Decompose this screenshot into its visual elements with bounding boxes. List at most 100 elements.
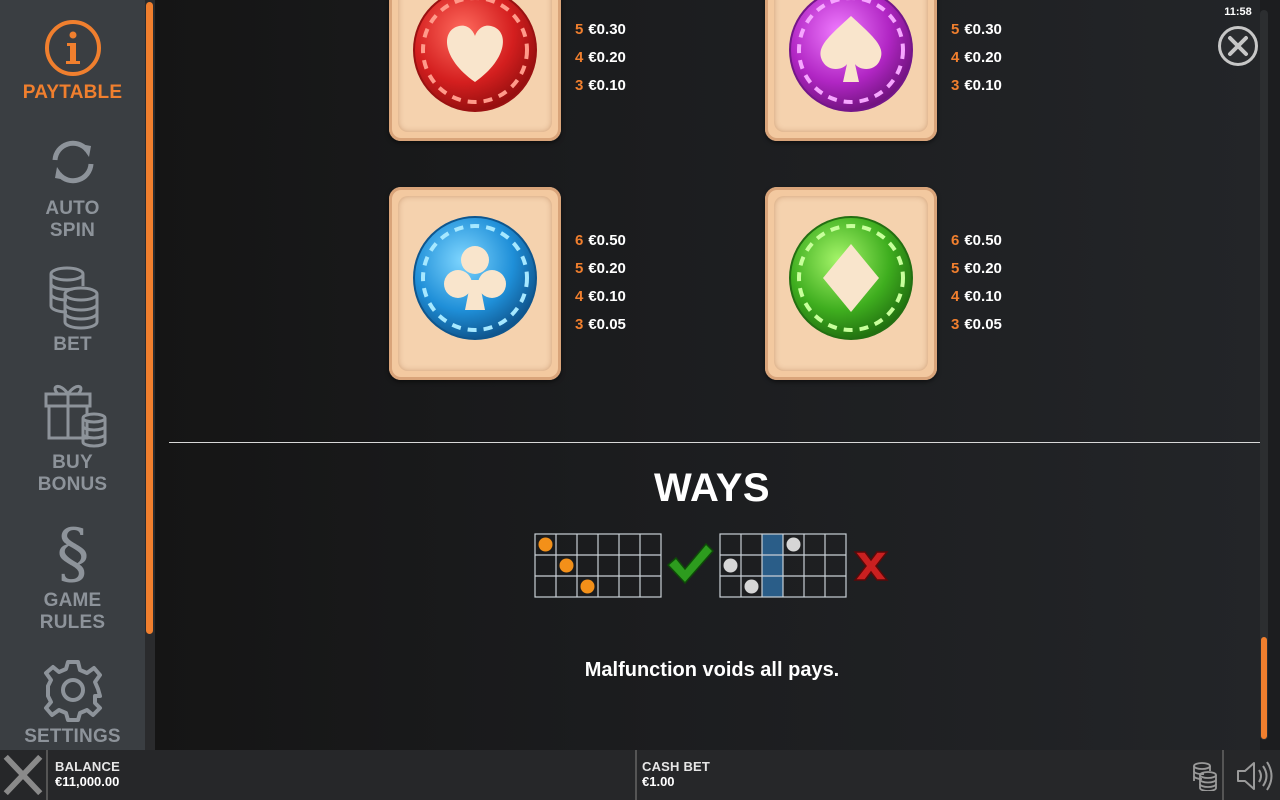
separator: [1222, 750, 1224, 800]
close-paytable-button[interactable]: [1217, 25, 1259, 67]
pay-row: 5 €0.20: [951, 255, 1002, 283]
pay-row: 3 €0.05: [575, 311, 626, 339]
pay-count: 3: [575, 77, 584, 94]
pay-amount: €0.05: [964, 316, 1002, 333]
sidebar-item-game-rules[interactable]: § GAME RULES: [0, 516, 145, 634]
pay-row: 5 €0.30: [575, 16, 626, 44]
ways-title: WAYS: [653, 466, 771, 510]
ways-invalid-grid: [719, 533, 847, 598]
paytable-panel: [155, 0, 1260, 750]
pay-amount: €0.30: [964, 21, 1002, 38]
pay-amount: €0.20: [588, 49, 626, 66]
content-scrollbar-thumb[interactable]: [1261, 637, 1267, 739]
ways-valid-grid: [534, 533, 662, 598]
pay-row: 5 €0.20: [575, 255, 626, 283]
pay-row: 5 €0.30: [951, 16, 1002, 44]
sidebar-item-label: SETTINGS: [24, 726, 121, 747]
content-scrollbar-track[interactable]: [1260, 10, 1268, 740]
sidebar-item-label: PAYTABLE: [22, 82, 123, 103]
sidebar-scrollbar-thumb[interactable]: [146, 2, 153, 634]
pay-amount: €0.10: [964, 77, 1002, 94]
pay-count: 4: [575, 288, 584, 305]
sidebar-item-label-line1: AUTO: [45, 198, 100, 219]
pay-count: 6: [575, 232, 584, 249]
symbol-card-diamond: [765, 187, 937, 380]
pay-amount: €0.05: [588, 316, 626, 333]
separator: [635, 750, 637, 800]
sidebar-item-paytable[interactable]: PAYTABLE: [0, 18, 145, 104]
exit-game-button[interactable]: [0, 750, 48, 800]
pay-row: 4 €0.10: [951, 283, 1002, 311]
coin-stack-icon: [49, 266, 98, 330]
pay-count: 3: [575, 316, 584, 333]
svg-text:§: §: [56, 516, 89, 586]
sidebar-item-label-line2: BONUS: [37, 474, 108, 495]
refresh-icon: [52, 140, 93, 184]
sidebar-item-bet[interactable]: BET: [0, 264, 145, 356]
pay-count: 5: [575, 21, 584, 38]
malfunction-disclaimer: Malfunction voids all pays.: [584, 659, 840, 681]
balance-display: BALANCE €11,000.00: [55, 759, 120, 789]
sidebar-menu: PAYTABLE AUTO SPIN BET BUY BONUS § GAME …: [0, 0, 145, 750]
pay-amount: €0.20: [964, 260, 1002, 277]
pay-count: 4: [951, 288, 960, 305]
pay-count: 5: [951, 21, 960, 38]
diamond-chip-icon: [789, 216, 913, 340]
paytable-heart: 5 €0.30 4 €0.20 3 €0.10: [575, 16, 626, 100]
sidebar-item-label-line1: GAME: [43, 590, 102, 611]
pay-amount: €0.50: [964, 232, 1002, 249]
pay-amount: €0.20: [964, 49, 1002, 66]
bottom-bar: BALANCE €11,000.00 CASH BET €1.00: [0, 750, 1280, 800]
game-screen: PAYTABLE AUTO SPIN BET BUY BONUS § GAME …: [0, 0, 1280, 800]
paytable-diamond: 6 €0.50 5 €0.20 4 €0.10 3 €0.05: [951, 227, 1002, 339]
heart-chip-icon: [413, 0, 537, 112]
checkmark-icon: [666, 542, 714, 585]
coins-icon[interactable]: [1191, 761, 1217, 791]
pay-row: 4 €0.20: [575, 44, 626, 72]
symbol-card-spade: [765, 0, 937, 141]
sidebar-item-label-line1: BUY: [52, 452, 93, 473]
pay-amount: €0.10: [588, 288, 626, 305]
pay-row: 6 €0.50: [575, 227, 626, 255]
sidebar-item-label-line2: SPIN: [49, 220, 96, 241]
pay-count: 6: [951, 232, 960, 249]
gift-coins-icon: [44, 385, 106, 448]
pay-amount: €0.10: [588, 77, 626, 94]
pay-amount: €0.10: [964, 288, 1002, 305]
paytable-spade: 5 €0.30 4 €0.20 3 €0.10: [951, 16, 1002, 100]
cash-bet-value: €1.00: [642, 774, 675, 789]
sound-icon[interactable]: [1236, 760, 1274, 792]
pay-count: 4: [575, 49, 584, 66]
info-icon: [44, 20, 101, 76]
clock: 11:58: [1224, 6, 1252, 18]
gear-icon: [43, 660, 102, 722]
pay-row: 6 €0.50: [951, 227, 1002, 255]
symbol-card-heart: [389, 0, 561, 141]
sidebar-item-buy-bonus[interactable]: BUY BONUS: [0, 378, 145, 496]
club-chip-icon: [413, 216, 537, 340]
spade-chip-icon: [789, 0, 913, 112]
paytable-club: 6 €0.50 5 €0.20 4 €0.10 3 €0.05: [575, 227, 626, 339]
sidebar-item-auto-spin[interactable]: AUTO SPIN: [0, 132, 145, 242]
sidebar-item-label-line2: RULES: [39, 612, 106, 633]
sidebar-item-settings[interactable]: SETTINGS: [0, 656, 145, 748]
balance-value: €11,000.00: [55, 774, 120, 789]
balance-label: BALANCE: [55, 759, 120, 774]
pay-count: 5: [575, 260, 584, 277]
pay-amount: €0.30: [588, 21, 626, 38]
section-sign-icon: §: [56, 516, 89, 586]
pay-row: 3 €0.05: [951, 311, 1002, 339]
pay-amount: €0.20: [588, 260, 626, 277]
pay-row: 3 €0.10: [575, 72, 626, 100]
cross-icon: [853, 551, 889, 581]
pay-count: 3: [951, 316, 960, 333]
symbol-card-club: [389, 187, 561, 380]
pay-row: 3 €0.10: [951, 72, 1002, 100]
pay-count: 4: [951, 49, 960, 66]
sidebar-item-label: BET: [53, 334, 92, 355]
cash-bet-display: CASH BET €1.00: [642, 759, 710, 789]
pay-amount: €0.50: [588, 232, 626, 249]
pay-count: 5: [951, 260, 960, 277]
pay-row: 4 €0.20: [951, 44, 1002, 72]
pay-count: 3: [951, 77, 960, 94]
